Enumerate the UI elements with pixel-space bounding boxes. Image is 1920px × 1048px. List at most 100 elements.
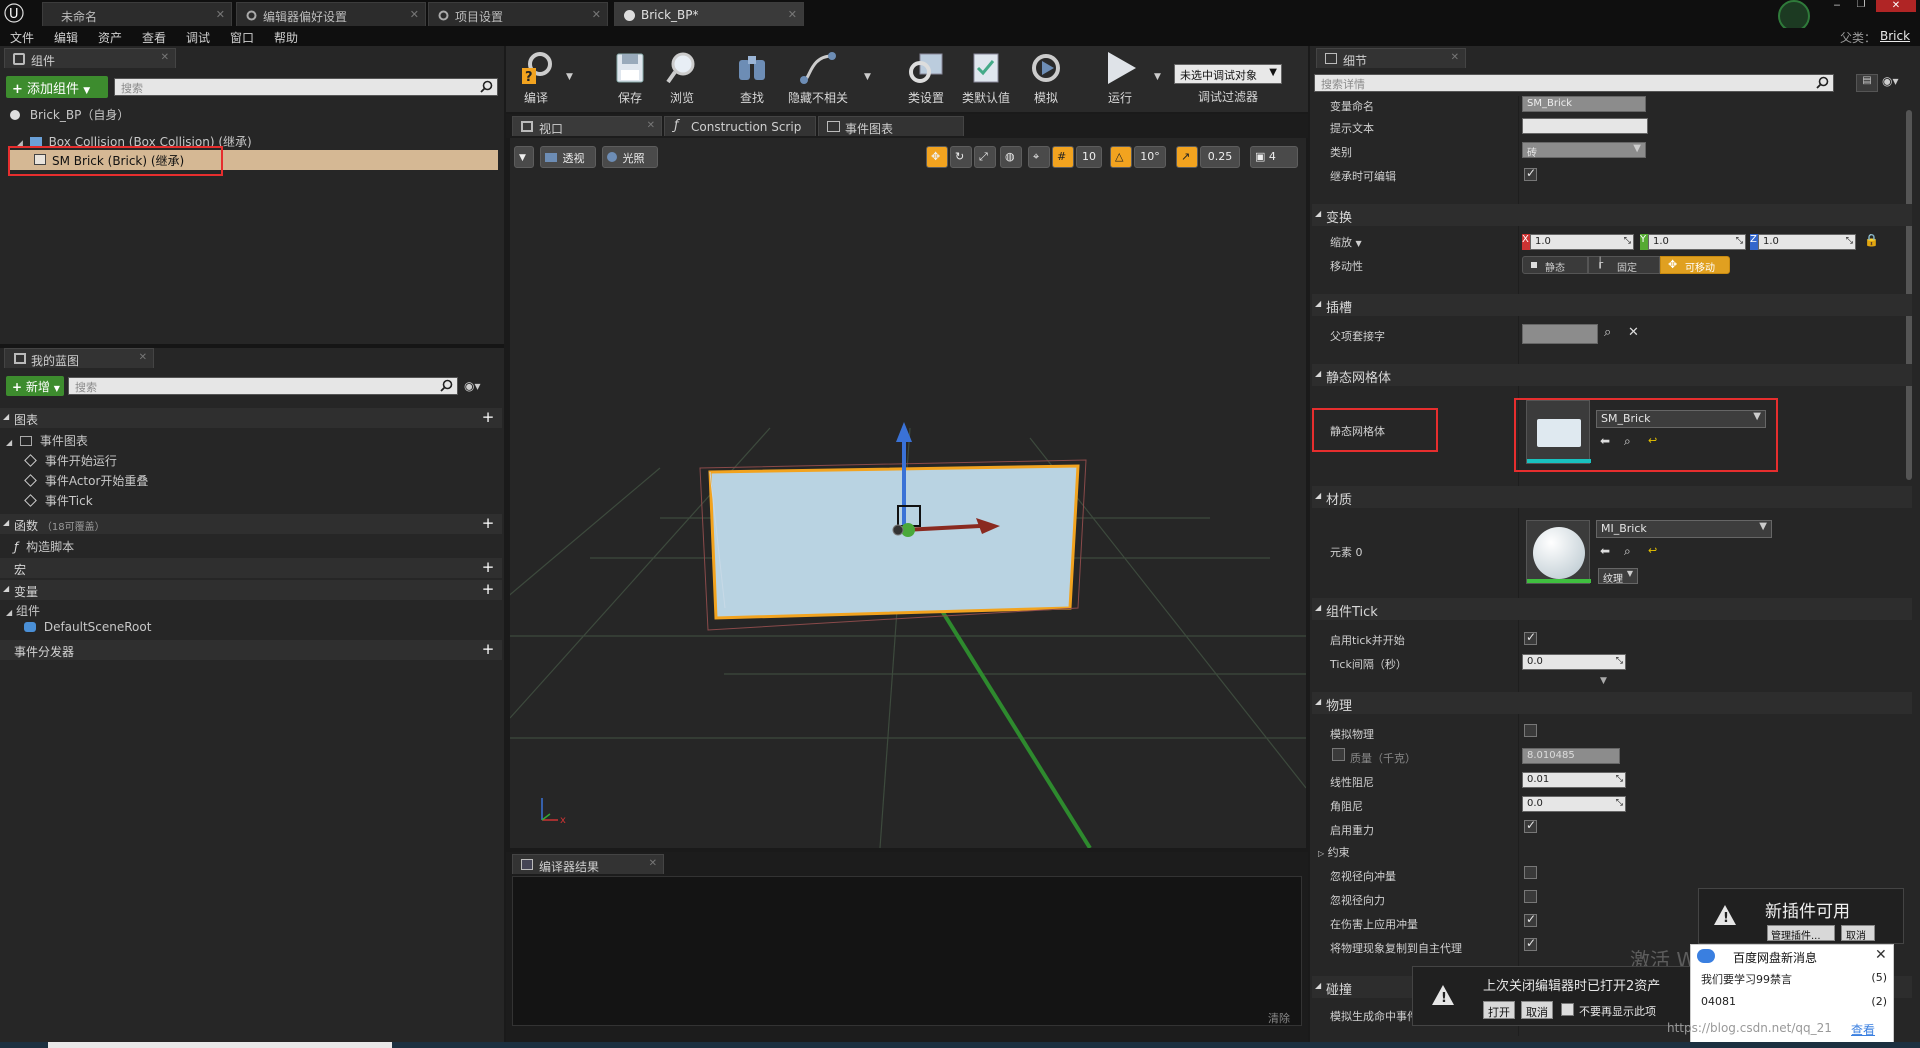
tab-components[interactable]: 组件 ✕ xyxy=(4,48,176,68)
section-macros[interactable]: 宏 + xyxy=(0,558,502,578)
section-sockets[interactable]: ◢ 插槽 xyxy=(1312,294,1912,316)
baidu-close-icon[interactable]: ✕ xyxy=(1875,947,1887,963)
parent-class-link[interactable]: Brick xyxy=(1880,29,1910,43)
restore-cancel-button[interactable]: 取消 xyxy=(1521,1001,1553,1019)
menu-file[interactable]: 文件 xyxy=(10,29,34,46)
section-dispatchers[interactable]: 事件分发器 + xyxy=(0,640,502,660)
tab-details[interactable]: 细节 ✕ xyxy=(1316,48,1466,68)
tab-construction-script[interactable]: ƒ Construction Scrip xyxy=(664,116,816,136)
scale-snap-toggle[interactable]: ↗ xyxy=(1176,146,1198,168)
eye-icon[interactable]: ◉▾ xyxy=(464,379,494,395)
tooltip-field[interactable] xyxy=(1522,118,1648,134)
close-icon[interactable]: ✕ xyxy=(647,120,655,131)
event-item-begin-play[interactable]: 事件开始运行 xyxy=(0,450,117,470)
var-name-field[interactable]: SM_Brick xyxy=(1522,96,1646,112)
use-selected-arrow-icon[interactable]: ⬅ xyxy=(1600,544,1610,558)
menu-asset[interactable]: 资产 xyxy=(98,29,122,46)
add-function-plus-icon[interactable]: + xyxy=(480,516,496,532)
scale-x-field[interactable]: 1.0 ⤡ xyxy=(1530,234,1634,250)
grid-snap-value[interactable]: 10 xyxy=(1076,146,1102,168)
compile-options-chevron-icon[interactable]: ▼ xyxy=(566,72,573,82)
constraints-label[interactable]: ▷ 约束 xyxy=(1318,844,1350,860)
translate-mode-button[interactable]: ✥ xyxy=(926,146,948,168)
close-icon[interactable]: ✕ xyxy=(410,8,419,21)
debug-object-select[interactable]: 未选中调试对象 ▼ xyxy=(1174,64,1282,84)
details-search-input[interactable]: 搜索详情 xyxy=(1314,74,1834,92)
find-button[interactable]: 查找 xyxy=(724,48,780,108)
close-icon[interactable]: ✕ xyxy=(1451,52,1459,63)
section-materials[interactable]: ◢ 材质 xyxy=(1312,486,1912,508)
add-component-button[interactable]: + 添加组件 ▼ xyxy=(6,76,108,98)
add-dispatcher-plus-icon[interactable]: + xyxy=(480,642,496,658)
dont-show-checkbox[interactable] xyxy=(1561,1003,1574,1016)
close-icon[interactable]: ✕ xyxy=(788,8,797,21)
material-select[interactable]: MI_Brick ▼ xyxy=(1596,520,1772,538)
close-window-button[interactable]: ✕ xyxy=(1876,0,1916,12)
section-variables[interactable]: ◢ 变量 + xyxy=(0,580,502,600)
gravity-checkbox[interactable] xyxy=(1524,818,1537,833)
blueprint-search-input[interactable]: 搜索 xyxy=(68,377,458,395)
baidu-view-link[interactable]: 查看 xyxy=(1851,1021,1875,1038)
viewport[interactable]: x xyxy=(510,138,1306,848)
apply-impulse-damage-checkbox[interactable] xyxy=(1524,912,1537,927)
advanced-expand-icon[interactable]: ▼ xyxy=(1600,676,1607,686)
texture-button[interactable]: 纹理 ▼ xyxy=(1598,568,1638,585)
camera-speed-button[interactable]: ▣ 4 xyxy=(1250,146,1298,168)
mobility-movable[interactable]: ✥ 可移动 xyxy=(1660,256,1730,274)
manage-plugins-button[interactable]: 管理插件... xyxy=(1767,925,1835,941)
tick-interval-field[interactable]: 0.0 ⤡ xyxy=(1522,654,1626,670)
add-macro-plus-icon[interactable]: + xyxy=(480,560,496,576)
scale-label[interactable]: 缩放 ▼ xyxy=(1330,234,1362,250)
new-button[interactable]: + 新增 ▼ xyxy=(6,376,64,396)
menu-help[interactable]: 帮助 xyxy=(274,29,298,46)
linear-damping-field[interactable]: 0.01 ⤡ xyxy=(1522,772,1626,788)
doc-tab-project-settings[interactable]: 项目设置 ✕ xyxy=(428,2,608,26)
editable-checkbox[interactable] xyxy=(1524,166,1537,181)
rotation-snap-value[interactable]: 10° xyxy=(1134,146,1166,168)
tick-start-checkbox[interactable] xyxy=(1524,630,1537,645)
lock-icon[interactable]: 🔒 xyxy=(1864,233,1879,247)
grid-snap-toggle[interactable]: # xyxy=(1052,146,1074,168)
angular-damping-field[interactable]: 0.0 ⤡ xyxy=(1522,796,1626,812)
close-icon[interactable]: ✕ xyxy=(161,52,169,63)
hide-unrelated-button[interactable]: 隐藏不相关 xyxy=(786,48,850,108)
event-item-actor-overlap[interactable]: 事件Actor开始重叠 xyxy=(0,470,148,490)
tab-my-blueprint[interactable]: 我的蓝图 ✕ xyxy=(4,348,154,368)
scale-mode-button[interactable]: ⤢ xyxy=(974,146,996,168)
ignore-radial-force-checkbox[interactable] xyxy=(1524,890,1537,903)
replicate-physics-checkbox[interactable] xyxy=(1524,936,1537,951)
menu-window[interactable]: 窗口 xyxy=(230,29,254,46)
surface-snap-button[interactable]: ⌖ xyxy=(1028,146,1050,168)
component-root[interactable]: Brick_BP（自身） xyxy=(0,103,504,123)
mobility-stationary[interactable]: ┟ 固定 xyxy=(1588,256,1660,274)
section-graphs[interactable]: ◢ 图表 + xyxy=(0,408,502,428)
close-icon[interactable]: ✕ xyxy=(139,352,147,363)
play-button[interactable]: 运行 xyxy=(1092,48,1148,108)
play-options-chevron-icon[interactable]: ▼ xyxy=(1154,72,1161,82)
add-variable-plus-icon[interactable]: + xyxy=(480,582,496,598)
menu-view[interactable]: 查看 xyxy=(142,29,166,46)
event-graph-item[interactable]: ◢ 事件图表 xyxy=(0,430,88,450)
menu-debug[interactable]: 调试 xyxy=(186,29,210,46)
plugins-cancel-button[interactable]: 取消 xyxy=(1841,925,1875,942)
scale-y-field[interactable]: 1.0 ⤡ xyxy=(1648,234,1746,250)
open-button[interactable]: 打开 xyxy=(1483,1001,1515,1019)
close-icon[interactable]: ✕ xyxy=(216,8,225,21)
clear-button[interactable]: 清除 xyxy=(1268,1010,1290,1026)
world-local-button[interactable]: ◍ xyxy=(1000,146,1022,168)
perspective-button[interactable]: 透视 xyxy=(540,146,596,168)
lit-button[interactable]: 光照 xyxy=(602,146,658,168)
parent-socket-field[interactable] xyxy=(1522,324,1598,344)
save-button[interactable]: 保存 xyxy=(602,48,658,108)
baidu-message-row[interactable]: 我们要学习99禁言 (5) xyxy=(1701,971,1887,989)
default-scene-root-item[interactable]: DefaultSceneRoot xyxy=(0,618,151,638)
mass-override-checkbox[interactable] xyxy=(1332,748,1345,761)
tab-compiler-results[interactable]: 编译器结果 ✕ xyxy=(512,854,664,874)
components-search-input[interactable]: 搜索 xyxy=(114,78,498,96)
reset-icon[interactable]: ↩ xyxy=(1648,544,1657,557)
unreal-logo-icon[interactable]: U xyxy=(4,3,24,23)
ignore-radial-impulse-checkbox[interactable] xyxy=(1524,866,1537,879)
maximize-button[interactable]: ❐ xyxy=(1852,0,1870,12)
sim-physics-checkbox[interactable] xyxy=(1524,724,1537,737)
taskbar-item[interactable] xyxy=(48,1042,392,1048)
